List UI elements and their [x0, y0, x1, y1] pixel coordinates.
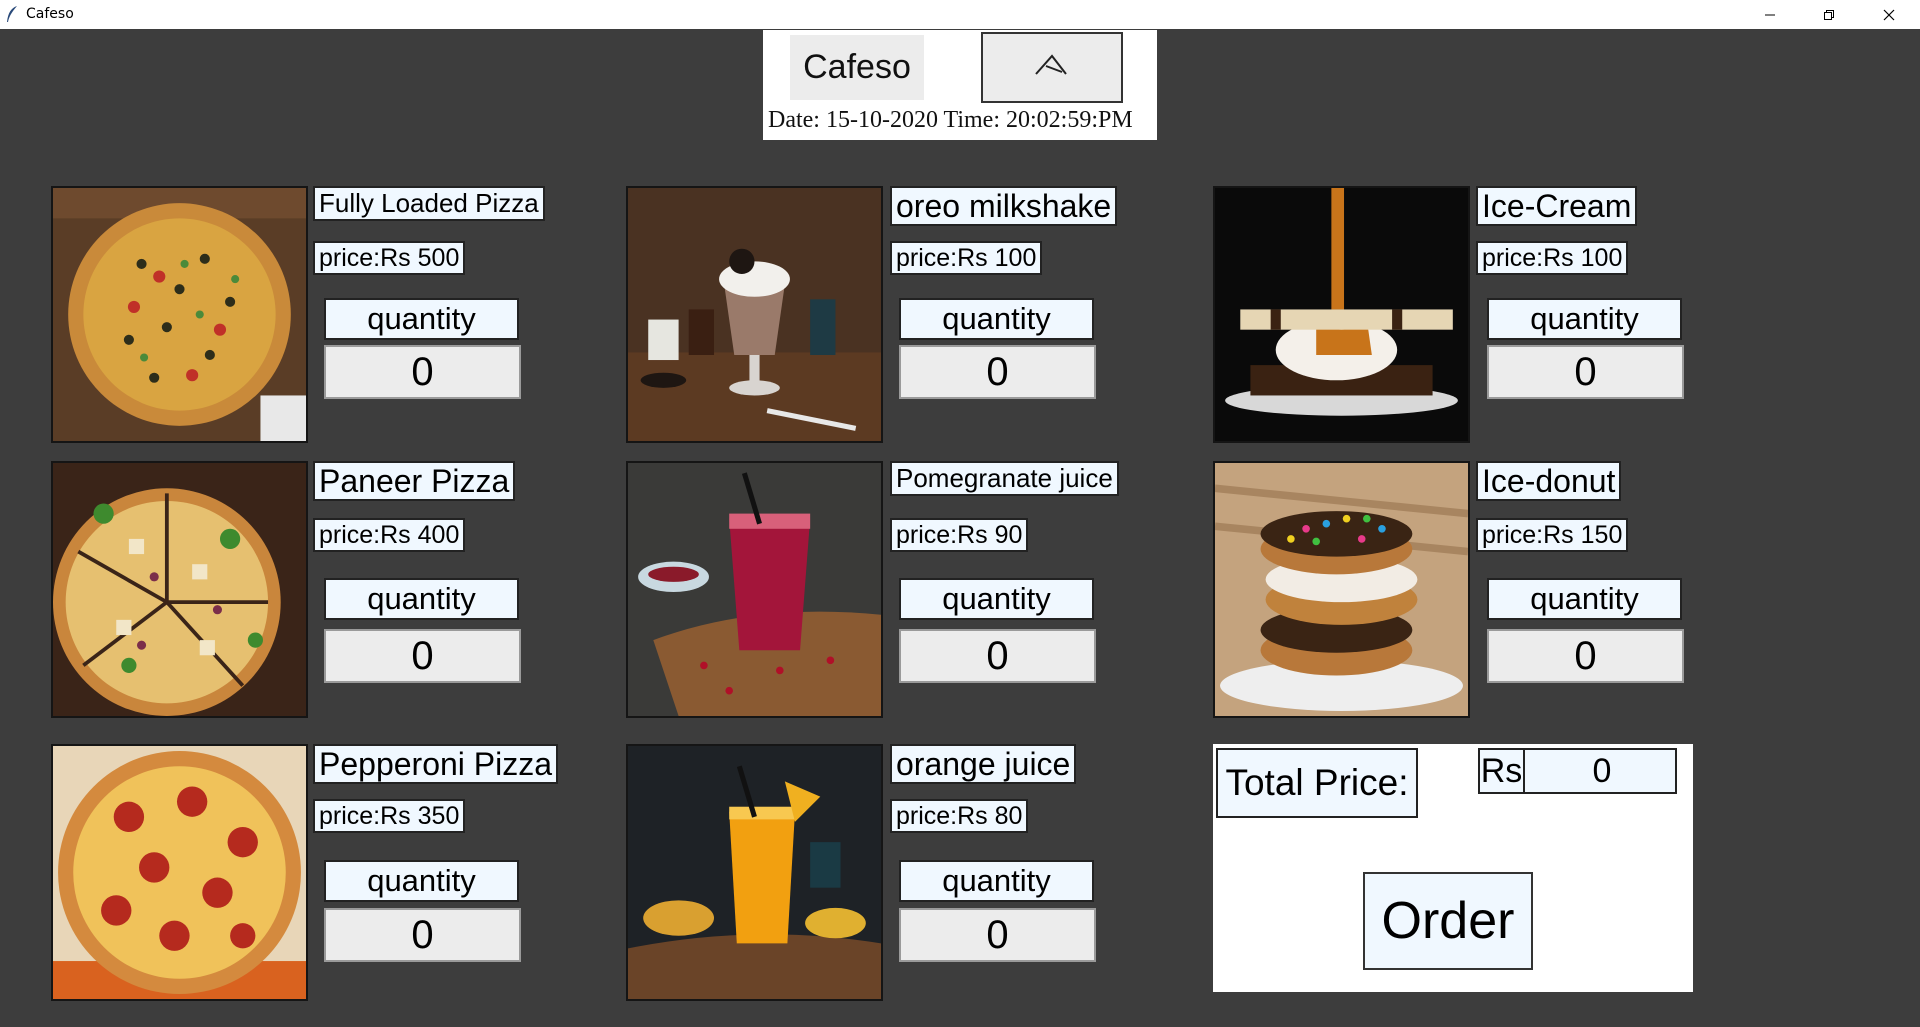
total-price-value: 0: [1592, 751, 1612, 790]
item-name-pomegranate-juice: Pomegranate juice: [890, 461, 1119, 496]
header-panel: Cafeso Date: 15-10-2020 Time: 20:02:59:P…: [763, 30, 1157, 140]
order-button[interactable]: Order: [1363, 872, 1533, 970]
item-price-pepperoni-pizza: price:Rs 350: [313, 799, 466, 833]
item-name-pepperoni-pizza: Pepperoni Pizza: [313, 744, 559, 784]
fully-loaded-pizza-image: [51, 186, 308, 443]
quantity-input-ice-donut[interactable]: [1487, 629, 1684, 683]
item-name-fully-loaded-pizza: Fully Loaded Pizza: [313, 186, 545, 221]
quantity-input-pomegranate-juice[interactable]: [899, 629, 1096, 683]
item-name-ice-donut: Ice-donut: [1476, 461, 1622, 501]
item-name-ice-cream: Ice-Cream: [1476, 186, 1638, 226]
item-price-paneer-pizza: price:Rs 400: [313, 518, 466, 552]
item-name-orange-juice: orange juice: [890, 744, 1077, 784]
oreo-milkshake-image: [626, 186, 883, 443]
paneer-pizza-image: [51, 461, 308, 718]
quantity-label: quantity: [324, 578, 519, 620]
logo-button[interactable]: [981, 32, 1123, 103]
item-price-oreo-milkshake: price:Rs 100: [890, 241, 1043, 275]
quantity-label: quantity: [899, 578, 1094, 620]
close-icon[interactable]: [1866, 0, 1912, 29]
total-panel: Total Price: Rs 0 Order: [1213, 744, 1693, 992]
currency-label: Rs: [1480, 750, 1525, 792]
quantity-label: quantity: [899, 860, 1094, 902]
cafe-logo-icon: [1032, 50, 1072, 85]
orange-juice-image: [626, 744, 883, 1001]
quantity-input-oreo-milkshake[interactable]: [899, 345, 1096, 399]
minimize-icon[interactable]: [1747, 0, 1793, 29]
item-price-pomegranate-juice: price:Rs 90: [890, 518, 1029, 552]
pomegranate-juice-image: [626, 461, 883, 718]
quantity-input-paneer-pizza[interactable]: [324, 629, 521, 683]
ice-cream-image: [1213, 186, 1470, 443]
quantity-input-fully-loaded-pizza[interactable]: [324, 345, 521, 399]
quantity-label: quantity: [324, 298, 519, 340]
total-price-box: Rs 0: [1478, 748, 1677, 794]
quantity-input-pepperoni-pizza[interactable]: [324, 908, 521, 962]
window-title: Cafeso: [26, 6, 74, 22]
item-price-ice-cream: price:Rs 100: [1476, 241, 1629, 275]
quantity-label: quantity: [899, 298, 1094, 340]
item-price-fully-loaded-pizza: price:Rs 500: [313, 241, 466, 275]
window-titlebar: Cafeso: [0, 0, 1920, 29]
datetime-label: Date: 15-10-2020 Time: 20:02:59:PM: [768, 106, 1133, 133]
feather-icon: [5, 5, 19, 23]
restore-icon[interactable]: [1806, 0, 1852, 29]
quantity-label: quantity: [1487, 298, 1682, 340]
quantity-label: quantity: [1487, 578, 1682, 620]
item-name-oreo-milkshake: oreo milkshake: [890, 186, 1118, 226]
item-price-orange-juice: price:Rs 80: [890, 799, 1029, 833]
quantity-label: quantity: [324, 860, 519, 902]
quantity-input-orange-juice[interactable]: [899, 908, 1096, 962]
brand-label: Cafeso: [790, 35, 924, 100]
item-price-ice-donut: price:Rs 150: [1476, 518, 1629, 552]
total-price-label: Total Price:: [1216, 748, 1418, 818]
quantity-input-ice-cream[interactable]: [1487, 345, 1684, 399]
pepperoni-pizza-image: [51, 744, 308, 1001]
ice-donut-image: [1213, 461, 1470, 718]
item-name-paneer-pizza: Paneer Pizza: [313, 461, 516, 501]
